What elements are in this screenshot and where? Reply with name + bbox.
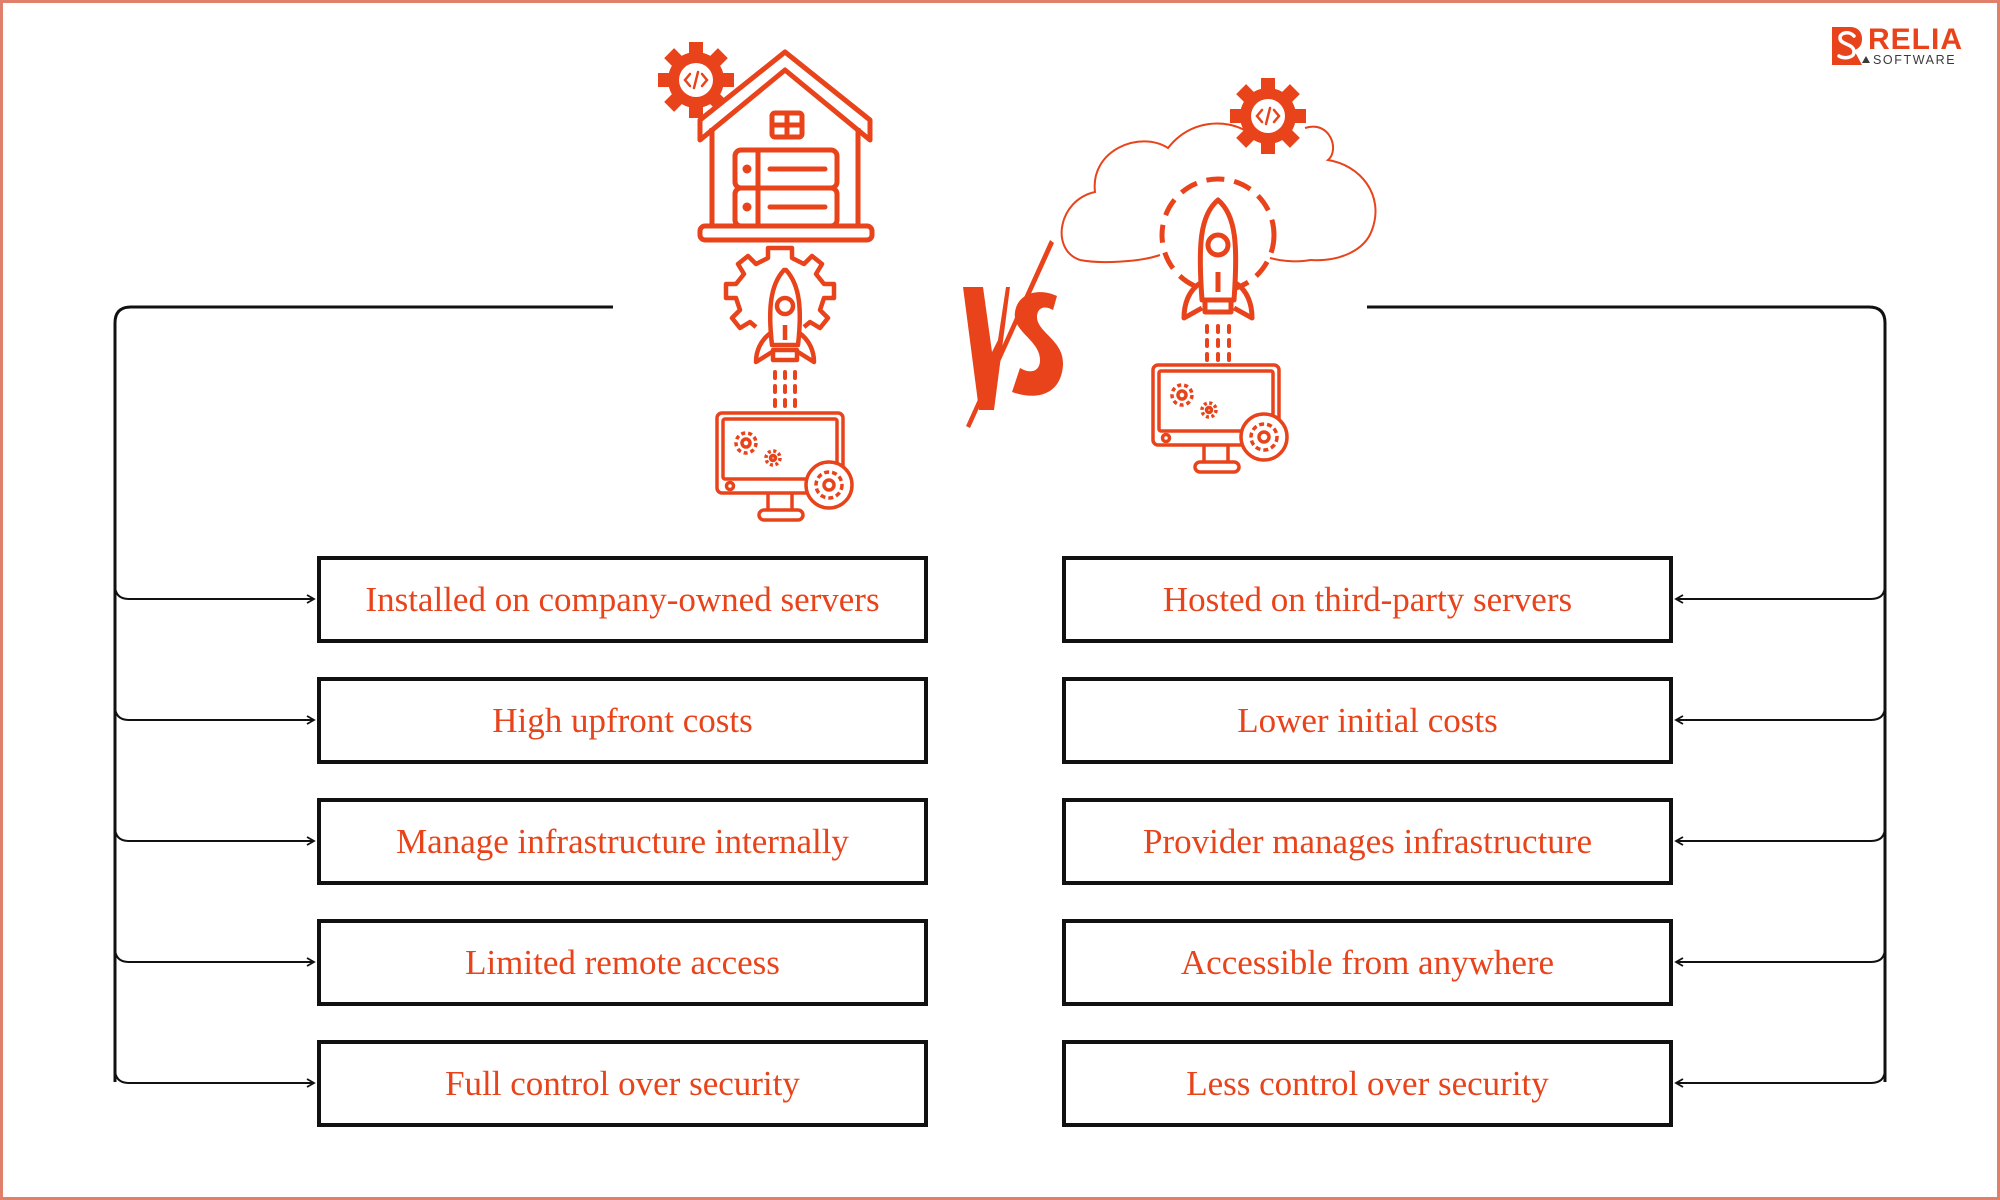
left-branch-arrow bbox=[114, 705, 316, 725]
left-item-text: Limited remote access bbox=[465, 942, 780, 982]
right-item-text: Accessible from anywhere bbox=[1180, 942, 1555, 982]
left-branch-arrow bbox=[114, 947, 316, 967]
left-branch-arrow bbox=[114, 826, 316, 846]
left-item-text: Full control over security bbox=[445, 1063, 800, 1103]
right-branch-arrow bbox=[1674, 584, 1886, 604]
right-item-box: Less control over security bbox=[1062, 1040, 1673, 1127]
left-item-box: High upfront costs bbox=[317, 677, 928, 764]
left-item-box: Manage infrastructure internally bbox=[317, 798, 928, 885]
right-item-box: Provider manages infrastructure bbox=[1062, 798, 1673, 885]
right-branch-arrow bbox=[1674, 826, 1886, 846]
left-item-text: Manage infrastructure internally bbox=[396, 821, 849, 861]
right-item-box: Accessible from anywhere bbox=[1062, 919, 1673, 1006]
right-branch-arrow bbox=[1674, 705, 1886, 725]
right-item-text: Less control over security bbox=[1186, 1063, 1549, 1103]
right-item-text: Lower initial costs bbox=[1237, 700, 1498, 740]
right-branch-arrow bbox=[1674, 1068, 1886, 1088]
left-item-box: Limited remote access bbox=[317, 919, 928, 1006]
right-item-box: Lower initial costs bbox=[1062, 677, 1673, 764]
left-item-box: Full control over security bbox=[317, 1040, 928, 1127]
left-branch-arrow bbox=[114, 584, 316, 604]
left-item-text: High upfront costs bbox=[492, 700, 753, 740]
left-item-text: Installed on company-owned servers bbox=[365, 579, 880, 619]
right-branch-arrow bbox=[1674, 947, 1886, 967]
right-item-box: Hosted on third-party servers bbox=[1062, 556, 1673, 643]
left-branch-arrow bbox=[114, 1068, 316, 1088]
left-item-box: Installed on company-owned servers bbox=[317, 556, 928, 643]
right-item-text: Provider manages infrastructure bbox=[1142, 821, 1592, 861]
right-item-text: Hosted on third-party servers bbox=[1162, 579, 1573, 619]
connector-lines bbox=[113, 305, 1887, 1088]
